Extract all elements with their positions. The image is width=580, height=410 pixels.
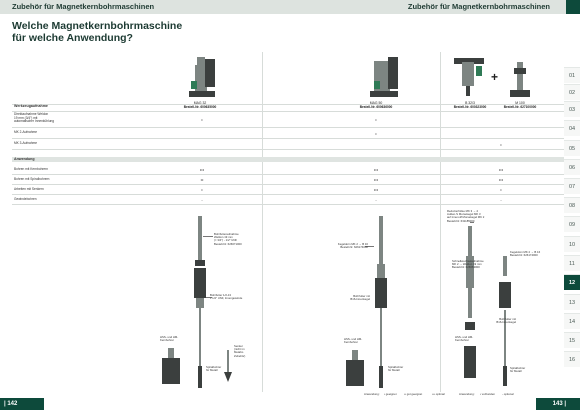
- note-chuck-b32: Bohrfutter mit B16-Innenkegel: [496, 317, 516, 325]
- note-kegel-b32: Kegeldorn MK 2 → B 16 Bestell-Nr. 626174…: [510, 250, 541, 258]
- table-cell: -: [500, 197, 502, 202]
- note-core-mag50: HSS- und HM- Kernbohrer: [344, 337, 363, 345]
- table-rule: [12, 104, 564, 105]
- table-row-label: Bohren mit Spiralbohrern: [14, 177, 50, 181]
- core-drill-bit-icon: [162, 348, 180, 384]
- chapter-tab-08[interactable]: 08: [564, 197, 580, 213]
- header-accent-block: [566, 0, 580, 14]
- table-rule: [12, 204, 564, 205]
- chapter-tab-03[interactable]: 03: [564, 101, 580, 117]
- m100-stand-image: [510, 62, 530, 97]
- section-header-anwendung: Anwendung: [14, 157, 35, 161]
- chapter-tab-15[interactable]: 15: [564, 332, 580, 348]
- table-cell: •••: [498, 177, 504, 182]
- product-order-mag32: Bestell-Nr. 600635000: [183, 105, 217, 109]
- table-cell: •: [375, 117, 377, 122]
- table-cell: •: [500, 142, 502, 147]
- note-spiral-mag50: Spiralbohrer für Metall: [388, 365, 404, 373]
- table-rule: [12, 194, 564, 195]
- note-chuck-mag50: Bohrfutter mit B16-Innenkegel: [350, 294, 370, 302]
- note-adapter-mag50: Kegeldorn MK 2 → B 16 Bestell-Nr. 626174…: [337, 242, 368, 250]
- note-adapter-b32: Reduzierhülse MK 3 → 2 Außen-S Morsekege…: [447, 209, 485, 223]
- table-rule: [12, 149, 564, 150]
- note-adapter-mag32: Bohrfutteraufnahme Weldon 19 mm (= 3/4")…: [214, 232, 242, 246]
- table-cell: •: [500, 187, 502, 192]
- note-spiral-mag32: Spiralbohrer für Metall: [206, 365, 222, 373]
- chapter-tab-12[interactable]: 12: [564, 274, 580, 290]
- table-row-label: MK 3-Aufnahme: [14, 141, 38, 145]
- legend-item: • geeignet: [384, 392, 397, 396]
- table-cell: -: [201, 197, 203, 202]
- table-cell: •••: [373, 177, 379, 182]
- chapter-tab-10[interactable]: 10: [564, 236, 580, 252]
- chapter-tab-13[interactable]: 13: [564, 294, 580, 310]
- table-cell: -: [375, 197, 377, 202]
- section-bar-anwendung: [12, 157, 564, 162]
- chapter-tab-02[interactable]: 02: [564, 84, 580, 100]
- legend-item: •• gut geeignet: [404, 392, 423, 396]
- table-cell: •••: [373, 187, 379, 192]
- b32-core-chain: [464, 226, 476, 378]
- chapter-tab-01[interactable]: 01: [564, 67, 580, 83]
- product-order-mag50: Bestell-Nr. 600636000: [359, 105, 393, 109]
- mag50-drill-image: [370, 57, 398, 97]
- table-rule: [12, 111, 564, 112]
- note-spiral-b32: Spiralbohrer für Metall: [510, 366, 526, 374]
- header-left-title: Zubehör für Magnetkernbohrmaschinen: [12, 2, 155, 11]
- table-cell: •••: [373, 167, 379, 172]
- page-number-left: | 142: [0, 398, 44, 410]
- chapter-tab-05[interactable]: 05: [564, 140, 580, 156]
- table-cell: •: [201, 187, 203, 192]
- note-weldon-b32: Schnellwechselaufnahme MK 2 → Weldon 19 …: [452, 259, 484, 270]
- legend-title: Anwendung:: [459, 392, 475, 396]
- note-chuck-mag32: Bohrfutter 1/2-13 x 1/2" UNF, Innengewin…: [210, 293, 243, 301]
- legend-item: • vorhanden: [480, 392, 495, 396]
- page-number-right: 143 |: [536, 398, 580, 410]
- chapter-tab-06[interactable]: 06: [564, 159, 580, 175]
- mag50-accessory-chain: [375, 216, 387, 388]
- legend-item: ••• optimal: [432, 392, 445, 396]
- page-title-line2: für welche Anwendung?: [12, 32, 133, 44]
- chapter-tab-09[interactable]: 09: [564, 216, 580, 232]
- table-cell: •: [201, 117, 203, 122]
- table-cell: ••: [200, 177, 204, 182]
- chapter-tab-16[interactable]: 16: [564, 351, 580, 367]
- chapter-tab-14[interactable]: 14: [564, 313, 580, 329]
- chapter-tab-04[interactable]: 04: [564, 120, 580, 136]
- table-cell: •••: [199, 167, 205, 172]
- chapter-tab-11[interactable]: 11: [564, 255, 580, 271]
- note-core-mag32: HSS- und HM- Kernbohrer: [160, 335, 179, 343]
- section-header-werkzeugaufnahme: Werkzeugaufnahme: [14, 104, 48, 108]
- table-cell: •••: [498, 167, 504, 172]
- table-row-label: MK 2-Aufnahme: [14, 130, 38, 134]
- page-title-line1: Welche Magnetkernbohrmaschine: [12, 20, 183, 32]
- table-row-label: Direktaufnahme Weldon 19 mm (3/4") mit a…: [14, 112, 55, 124]
- table-row-label: Bohren mit Kernbohrern: [14, 167, 49, 171]
- header-right-title: Zubehör für Magnetkernbohrmaschinen: [407, 2, 550, 11]
- table-rule: [12, 127, 564, 128]
- table-rule: [12, 174, 564, 175]
- legend-title: Anwendung:: [364, 392, 380, 396]
- core-drill-bit-icon: [346, 350, 364, 386]
- table-rule: [12, 138, 564, 139]
- table-row-label: Gewindebohren: [14, 197, 37, 201]
- leader-line: [203, 236, 213, 237]
- header-bar: Zubehör für Magnetkernbohrmaschinen Zube…: [0, 0, 580, 14]
- plus-icon: +: [491, 70, 499, 84]
- note-core-b32: HSS- und HM- Kernbohrer: [455, 335, 474, 343]
- mag32-drill-image: [189, 57, 215, 97]
- mag32-accessory-chain: [194, 216, 206, 388]
- page-title: Welche Magnetkernbohrmaschine für welche…: [12, 20, 182, 44]
- b32-drill-image: [454, 58, 484, 96]
- note-sink-mag32: Senker (nicht im Metabo Zubehör): [234, 344, 246, 358]
- product-order-m100: Bestell-Nr. 627100000: [503, 105, 537, 109]
- footer: | 142 143 |: [0, 398, 580, 410]
- legend-item: - optional: [502, 392, 514, 396]
- column-divider: [262, 52, 263, 392]
- table-row-label: Arbeiten mit Senkern: [14, 187, 44, 191]
- chapter-tab-07[interactable]: 07: [564, 178, 580, 194]
- table-cell: •: [375, 131, 377, 136]
- table-rule: [12, 184, 564, 185]
